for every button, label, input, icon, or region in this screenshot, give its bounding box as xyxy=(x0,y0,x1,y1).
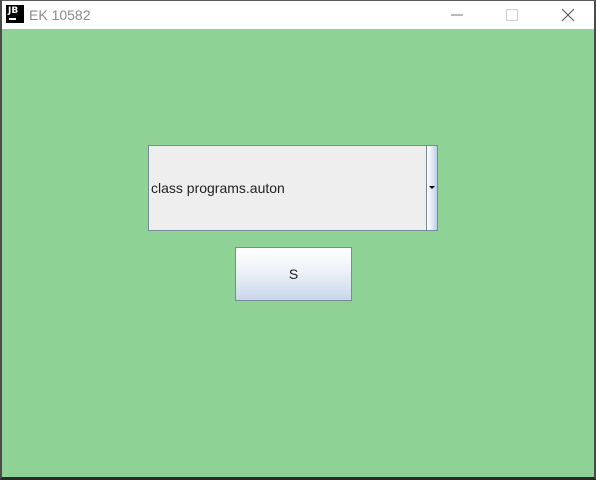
title-bar[interactable]: JB EK 10582 xyxy=(2,1,594,29)
close-icon xyxy=(561,8,575,22)
app-window: JB EK 10582 class programs.auton S xyxy=(0,0,596,480)
maximize-icon xyxy=(506,9,518,21)
app-icon-text: JB xyxy=(8,6,19,16)
minimize-button[interactable] xyxy=(434,1,480,29)
minimize-icon xyxy=(451,14,463,16)
content-pane: class programs.auton S xyxy=(2,29,594,475)
program-select[interactable]: class programs.auton xyxy=(148,145,438,231)
chevron-down-icon xyxy=(429,186,435,189)
window-title: EK 10582 xyxy=(29,7,91,23)
close-button[interactable] xyxy=(545,1,591,29)
s-button[interactable]: S xyxy=(235,247,352,301)
program-select-value: class programs.auton xyxy=(151,180,285,196)
maximize-button[interactable] xyxy=(489,1,535,29)
program-select-arrow-button[interactable] xyxy=(426,146,437,230)
jetbrains-icon: JB xyxy=(6,5,24,23)
